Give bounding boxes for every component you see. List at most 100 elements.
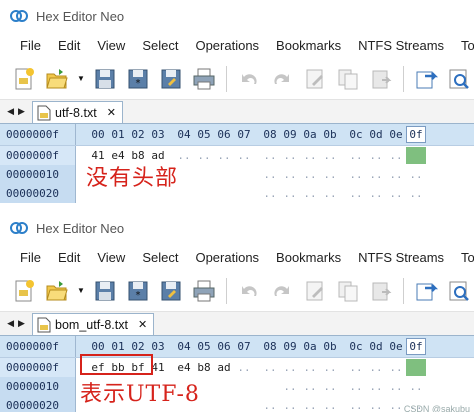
byte-cell[interactable]: .. [320, 149, 340, 162]
open-dropdown-icon[interactable]: ▼ [76, 65, 86, 93]
menu-bookmarks[interactable]: Bookmarks [276, 38, 341, 53]
tab-scroll-arrows[interactable]: ◀ ▶ [0, 99, 32, 123]
menu-ntfs-streams[interactable]: NTFS Streams [358, 38, 444, 53]
byte-cell[interactable]: .. [260, 399, 280, 412]
cursor-cell[interactable] [406, 147, 426, 164]
byte-cell[interactable]: .. [346, 187, 366, 200]
save-all-button[interactable]: * [124, 277, 152, 305]
byte-cell[interactable]: ad [214, 361, 234, 374]
new-file-button[interactable] [10, 65, 38, 93]
close-tab-icon[interactable]: ✕ [138, 318, 147, 331]
close-tab-icon[interactable]: ✕ [107, 106, 116, 119]
byte-cell[interactable]: .. [366, 361, 386, 374]
byte-cell[interactable]: .. [280, 168, 300, 181]
open-dropdown-icon[interactable]: ▼ [76, 277, 86, 305]
byte-cell[interactable]: .. [406, 380, 426, 393]
byte-cell[interactable]: .. [280, 187, 300, 200]
open-file-button[interactable] [43, 65, 71, 93]
byte-cell[interactable]: .. [346, 149, 366, 162]
byte-cell[interactable]: .. [386, 149, 406, 162]
byte-cell[interactable]: .. [320, 361, 340, 374]
menu-operations[interactable]: Operations [195, 38, 259, 53]
copy-button[interactable] [334, 277, 362, 305]
byte-cell[interactable]: .. [346, 168, 366, 181]
print-button[interactable] [190, 65, 218, 93]
byte-cell[interactable]: .. [300, 380, 320, 393]
menu-select[interactable]: Select [142, 38, 178, 53]
save-button[interactable] [91, 277, 119, 305]
menu-ntfs-streams[interactable]: NTFS Streams [358, 250, 444, 265]
print-button[interactable] [190, 277, 218, 305]
paste-button[interactable] [367, 277, 395, 305]
find-button[interactable] [445, 65, 473, 93]
menu-edit[interactable]: Edit [58, 250, 80, 265]
edit-button[interactable] [301, 65, 329, 93]
open-file-button[interactable] [43, 277, 71, 305]
byte-cell[interactable]: .. [366, 399, 386, 412]
save-all-button[interactable]: * [124, 65, 152, 93]
save-as-button[interactable] [157, 277, 185, 305]
find-button[interactable] [445, 277, 473, 305]
menu-edit[interactable]: Edit [58, 38, 80, 53]
byte-cell[interactable]: .. [386, 187, 406, 200]
redo-button[interactable] [268, 65, 296, 93]
byte-cell[interactable]: .. [260, 149, 280, 162]
byte-cell[interactable]: .. [234, 361, 254, 374]
tab-scroll-arrows[interactable]: ◀ ▶ [0, 311, 32, 335]
redo-button[interactable] [268, 277, 296, 305]
byte-cell[interactable]: .. [260, 187, 280, 200]
byte-cell[interactable]: .. [300, 168, 320, 181]
byte-cell[interactable]: .. [386, 380, 406, 393]
byte-cell[interactable]: .. [280, 149, 300, 162]
paste-button[interactable] [367, 65, 395, 93]
tab-bom-utf8-file[interactable]: bom_utf-8.txt ✕ [32, 313, 155, 335]
byte-cell[interactable]: .. [214, 149, 234, 162]
edit-button[interactable] [301, 277, 329, 305]
byte-cell[interactable]: .. [320, 168, 340, 181]
new-file-button[interactable] [10, 277, 38, 305]
byte-cell[interactable]: .. [280, 399, 300, 412]
tab-right-icon[interactable]: ▶ [18, 318, 25, 329]
export-button[interactable] [412, 277, 440, 305]
byte-cell[interactable]: .. [366, 187, 386, 200]
byte-cell[interactable]: .. [300, 399, 320, 412]
undo-button[interactable] [235, 277, 263, 305]
byte-cell[interactable]: .. [320, 380, 340, 393]
byte-cell[interactable]: .. [320, 187, 340, 200]
tab-left-icon[interactable]: ◀ [7, 106, 14, 117]
save-as-button[interactable] [157, 65, 185, 93]
byte-cell[interactable]: .. [260, 168, 280, 181]
byte-cell[interactable]: .. [366, 149, 386, 162]
undo-button[interactable] [235, 65, 263, 93]
menu-file[interactable]: File [20, 250, 41, 265]
menu-operations[interactable]: Operations [195, 250, 259, 265]
byte-cell[interactable]: .. [386, 361, 406, 374]
byte-cell[interactable]: .. [346, 399, 366, 412]
export-button[interactable] [412, 65, 440, 93]
save-button[interactable] [91, 65, 119, 93]
menu-select[interactable]: Select [142, 250, 178, 265]
byte-cell[interactable]: .. [320, 399, 340, 412]
byte-cell[interactable]: .. [406, 168, 426, 181]
byte-cell[interactable]: .. [366, 380, 386, 393]
menu-view[interactable]: View [97, 38, 125, 53]
cursor-cell[interactable] [406, 359, 426, 376]
byte-cell[interactable]: .. [280, 361, 300, 374]
byte-cell[interactable]: .. [300, 361, 320, 374]
tab-right-icon[interactable]: ▶ [18, 106, 25, 117]
byte-cell[interactable]: b8 [194, 361, 214, 374]
menu-tools[interactable]: Too [461, 38, 474, 53]
byte-cell[interactable]: .. [194, 149, 214, 162]
byte-cell[interactable]: .. [346, 361, 366, 374]
byte-cell[interactable]: .. [300, 149, 320, 162]
tab-utf8-file[interactable]: utf-8.txt ✕ [32, 101, 123, 123]
byte-cell[interactable]: .. [280, 380, 300, 393]
byte-cell[interactable]: .. [366, 168, 386, 181]
menu-view[interactable]: View [97, 250, 125, 265]
byte-cell[interactable]: .. [346, 380, 366, 393]
tab-left-icon[interactable]: ◀ [7, 318, 14, 329]
menu-tools[interactable]: Too [461, 250, 474, 265]
menu-file[interactable]: File [20, 38, 41, 53]
menu-bookmarks[interactable]: Bookmarks [276, 250, 341, 265]
byte-cell[interactable]: .. [386, 168, 406, 181]
